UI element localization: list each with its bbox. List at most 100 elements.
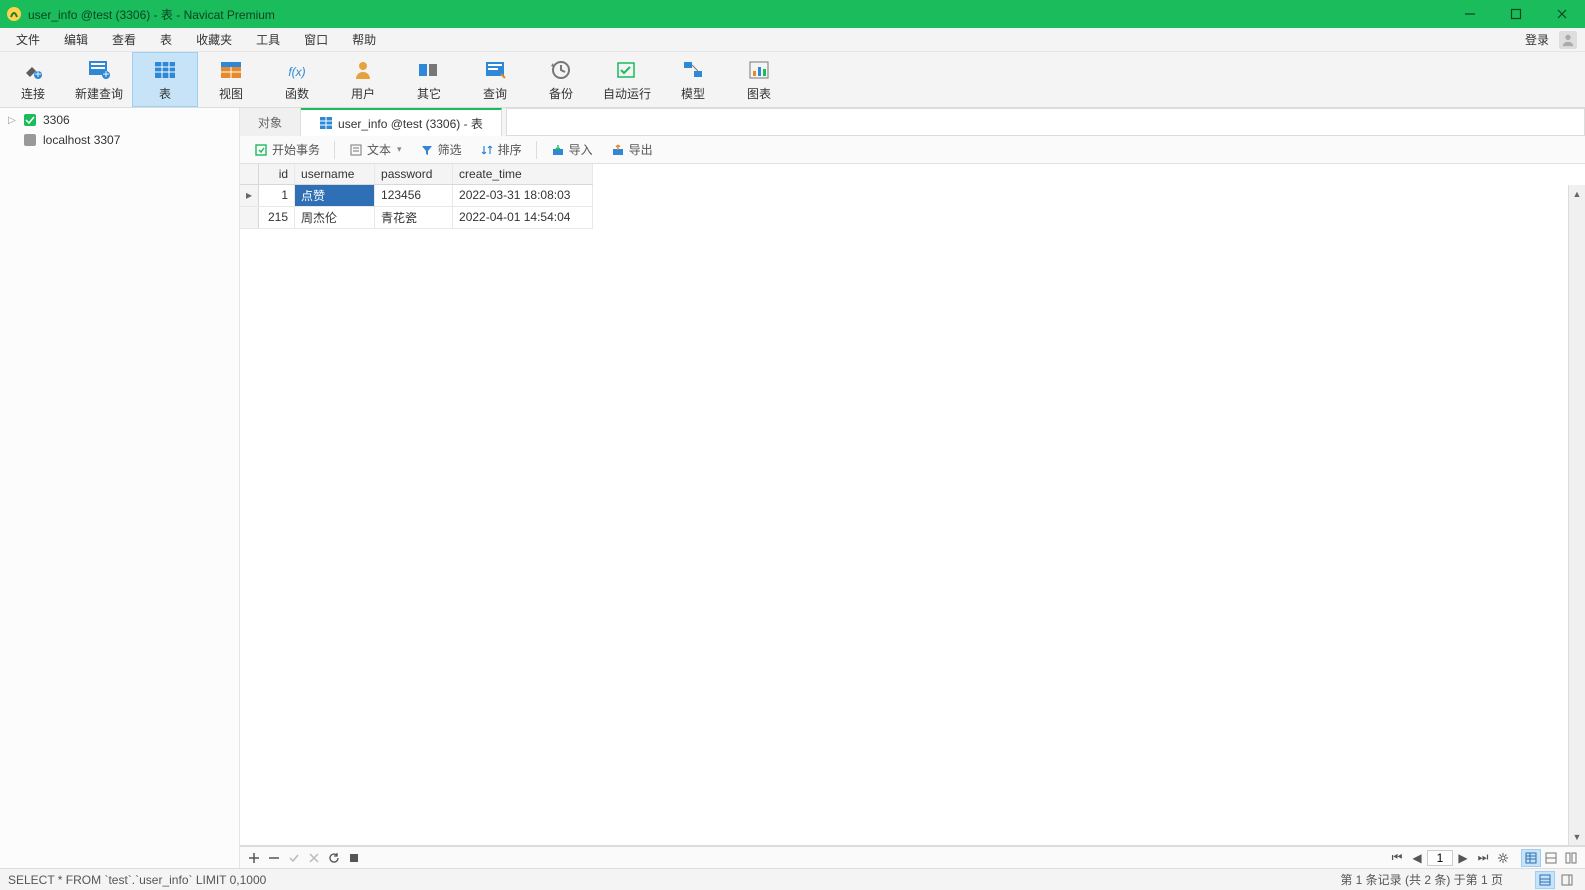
cell-id[interactable]: 1	[259, 184, 295, 206]
user-icon	[349, 58, 377, 82]
tabs: 对象 user_info @test (3306) - 表	[240, 108, 1585, 136]
page-input[interactable]	[1427, 850, 1453, 866]
last-page-button[interactable]: ⏭	[1473, 849, 1493, 867]
minimize-button[interactable]	[1447, 0, 1493, 28]
titlebar: user_info @test (3306) - 表 - Navicat Pre…	[0, 0, 1585, 28]
export-button[interactable]: 导出	[603, 138, 661, 161]
cell-password[interactable]: 123456	[375, 184, 453, 206]
close-button[interactable]	[1539, 0, 1585, 28]
table-icon	[151, 58, 179, 82]
menu-help[interactable]: 帮助	[340, 28, 388, 51]
avatar-icon[interactable]	[1559, 31, 1577, 49]
connection-3306[interactable]: ▷ 3306	[0, 110, 239, 130]
grid-view-button[interactable]	[1521, 849, 1541, 867]
statusbar: SELECT * FROM `test`.`user_info` LIMIT 0…	[0, 868, 1585, 890]
ribbon-user[interactable]: 用户	[330, 52, 396, 107]
ribbon-query[interactable]: 查询	[462, 52, 528, 107]
maximize-button[interactable]	[1493, 0, 1539, 28]
db-inactive-icon	[23, 133, 37, 147]
import-icon	[551, 143, 565, 157]
prev-page-button[interactable]: ◀	[1407, 849, 1427, 867]
menu-window[interactable]: 窗口	[292, 28, 340, 51]
connection-localhost-3307[interactable]: localhost 3307	[0, 130, 239, 150]
ribbon-chart[interactable]: 图表	[726, 52, 792, 107]
stop-button[interactable]	[344, 849, 364, 867]
tab-user-info[interactable]: user_info @test (3306) - 表	[301, 108, 502, 137]
table-row[interactable]: ▸ 1 点赞 123456 2022-03-31 18:08:03	[240, 184, 593, 206]
svg-text:f(x): f(x)	[288, 65, 305, 79]
data-grid[interactable]: id username password create_time ▸ 1 点赞 …	[240, 164, 593, 229]
grid-header-row: id username password create_time	[240, 164, 593, 184]
col-header-id[interactable]: id	[259, 164, 295, 184]
apply-button[interactable]	[284, 849, 304, 867]
begin-transaction-button[interactable]: 开始事务	[246, 138, 328, 161]
menu-fav[interactable]: 收藏夹	[184, 28, 244, 51]
col-header-password[interactable]: password	[375, 164, 453, 184]
autorun-icon	[613, 58, 641, 82]
other-icon	[415, 58, 443, 82]
ribbon-table[interactable]: 表	[132, 52, 198, 107]
view-icon	[217, 58, 245, 82]
filter-icon	[420, 143, 434, 157]
refresh-button[interactable]	[324, 849, 344, 867]
menu-edit[interactable]: 编辑	[52, 28, 100, 51]
sort-icon	[480, 143, 494, 157]
ribbon-model[interactable]: 模型	[660, 52, 726, 107]
tab-label: 对象	[258, 114, 282, 131]
menu-view[interactable]: 查看	[100, 28, 148, 51]
status-grid-toggle[interactable]	[1535, 871, 1555, 889]
ribbon-autorun[interactable]: 自动运行	[594, 52, 660, 107]
status-panel-toggle[interactable]	[1557, 871, 1577, 889]
tab-search-input[interactable]	[506, 108, 1585, 136]
scroll-down-icon[interactable]: ▼	[1569, 828, 1585, 845]
ribbon-connection[interactable]: + 连接	[0, 52, 66, 107]
tab-objects[interactable]: 对象	[240, 108, 301, 136]
sub-toolbar: 开始事务 文本▾ 筛选 排序 导入 导出	[240, 136, 1585, 164]
login-button[interactable]: 登录	[1519, 28, 1555, 51]
ribbon-view[interactable]: 视图	[198, 52, 264, 107]
ribbon-function[interactable]: f(x) 函数	[264, 52, 330, 107]
cell-create-time[interactable]: 2022-04-01 14:54:04	[453, 206, 593, 228]
cell-username[interactable]: 点赞	[295, 184, 375, 206]
export-icon	[611, 143, 625, 157]
first-page-button[interactable]: ⏮	[1387, 849, 1407, 867]
row-indicator-icon: ▸	[240, 184, 259, 206]
text-button[interactable]: 文本▾	[341, 138, 410, 161]
import-button[interactable]: 导入	[543, 138, 601, 161]
menu-file[interactable]: 文件	[4, 28, 52, 51]
cell-password[interactable]: 青花瓷	[375, 206, 453, 228]
filter-button[interactable]: 筛选	[412, 138, 470, 161]
plug-icon: +	[19, 58, 47, 82]
ribbon: + 连接 + 新建查询 表 视图 f(x) 函数 用户 其它 查询 备份 自动运…	[0, 52, 1585, 108]
detail-view-button[interactable]	[1561, 849, 1581, 867]
next-page-button[interactable]: ▶	[1453, 849, 1473, 867]
backup-icon	[547, 58, 575, 82]
delete-record-button[interactable]	[264, 849, 284, 867]
ribbon-other[interactable]: 其它	[396, 52, 462, 107]
col-header-create-time[interactable]: create_time	[453, 164, 593, 184]
ribbon-backup[interactable]: 备份	[528, 52, 594, 107]
chevron-down-icon: ▾	[397, 144, 402, 155]
cell-username[interactable]: 周杰伦	[295, 206, 375, 228]
cell-id[interactable]: 215	[259, 206, 295, 228]
add-record-button[interactable]	[244, 849, 264, 867]
connection-label: localhost 3307	[43, 133, 120, 147]
chart-icon	[745, 58, 773, 82]
form-view-button[interactable]	[1541, 849, 1561, 867]
menu-table[interactable]: 表	[148, 28, 184, 51]
status-record-info: 第 1 条记录 (共 2 条) 于第 1 页	[1340, 871, 1503, 888]
col-header-username[interactable]: username	[295, 164, 375, 184]
expander-icon[interactable]: ▷	[8, 115, 17, 126]
cell-create-time[interactable]: 2022-03-31 18:08:03	[453, 184, 593, 206]
menubar: 文件 编辑 查看 表 收藏夹 工具 窗口 帮助 登录	[0, 28, 1585, 52]
menu-tools[interactable]: 工具	[244, 28, 292, 51]
connection-label: 3306	[43, 113, 70, 127]
ribbon-new-query[interactable]: + 新建查询	[66, 52, 132, 107]
page-settings-button[interactable]	[1493, 849, 1513, 867]
table-row[interactable]: 215 周杰伦 青花瓷 2022-04-01 14:54:04	[240, 206, 593, 228]
scroll-up-icon[interactable]: ▲	[1569, 185, 1585, 202]
vertical-scrollbar[interactable]: ▲ ▼	[1568, 185, 1585, 845]
table-small-icon	[319, 116, 333, 130]
sort-button[interactable]: 排序	[472, 138, 530, 161]
cancel-button[interactable]	[304, 849, 324, 867]
